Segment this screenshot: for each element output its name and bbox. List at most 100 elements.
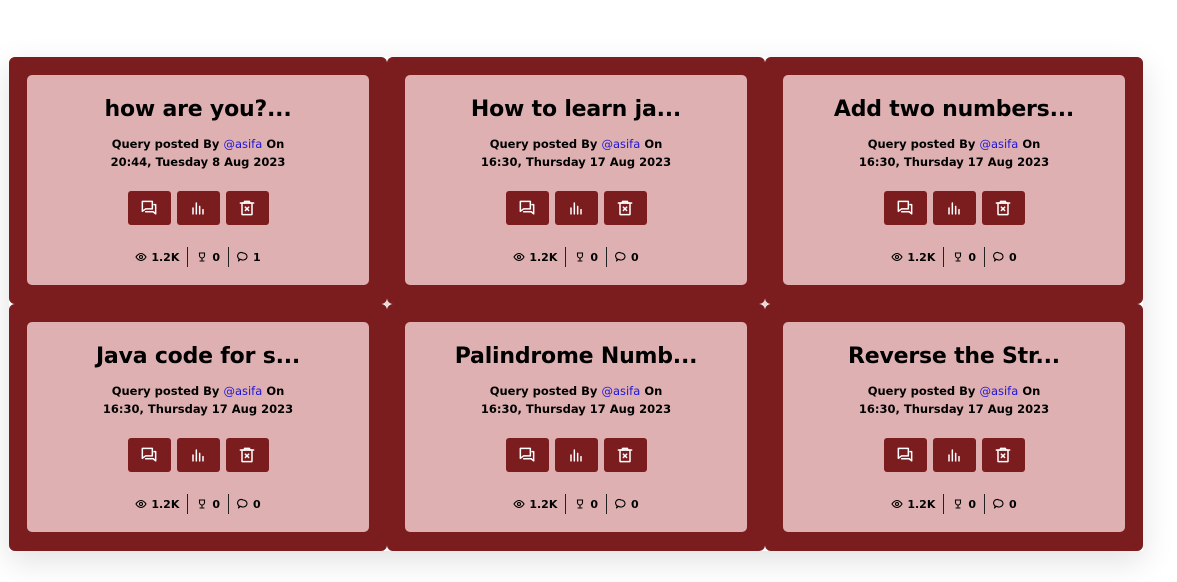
query-card: Reverse the Str... Query posted By @asif… (783, 322, 1125, 532)
stats-button[interactable] (176, 438, 220, 472)
posted-on-label: On (266, 137, 285, 151)
views-count: 1.2K (907, 497, 936, 511)
author-link[interactable]: @asifa (979, 384, 1018, 398)
query-meta: Query posted By @asifa On 16:30, Thursda… (405, 382, 747, 418)
comments-stat: 0 (229, 498, 269, 511)
author-link[interactable]: @asifa (223, 137, 262, 151)
eye-icon (135, 252, 147, 262)
delete-button[interactable] (603, 191, 647, 225)
action-buttons (405, 191, 747, 225)
bar-chart-icon (192, 449, 204, 462)
query-title[interactable]: how are you?... (27, 75, 369, 125)
chat-icon (519, 447, 535, 462)
discussion-button[interactable] (127, 191, 171, 225)
query-stats: 1.2K 0 0 (783, 247, 1125, 267)
bar-chart-icon (570, 202, 582, 215)
query-title[interactable]: Reverse the Str... (783, 322, 1125, 372)
trophy-icon (955, 252, 962, 262)
query-title[interactable]: Add two numbers... (783, 75, 1125, 125)
comment-icon (615, 498, 626, 509)
eye-icon (891, 499, 903, 509)
delete-button[interactable] (603, 438, 647, 472)
posted-by-label: Query posted By (111, 137, 220, 151)
discussion-button[interactable] (883, 191, 927, 225)
comments-count: 1 (253, 250, 261, 264)
trophy-icon (577, 252, 584, 262)
comment-icon (615, 251, 626, 262)
comments-stat: 0 (985, 251, 1025, 264)
query-tile: Add two numbers... Query posted By @asif… (765, 57, 1143, 304)
bar-chart-icon (948, 202, 960, 215)
discussion-button[interactable] (505, 438, 549, 472)
likes-count: 0 (590, 497, 598, 511)
likes-stat: 0 (566, 251, 606, 264)
posted-by-label: Query posted By (111, 384, 220, 398)
views-count: 1.2K (151, 250, 180, 264)
discussion-button[interactable] (883, 438, 927, 472)
action-buttons (783, 191, 1125, 225)
stats-button[interactable] (554, 438, 598, 472)
query-title[interactable]: Java code for s... (27, 322, 369, 372)
author-link[interactable]: @asifa (601, 384, 640, 398)
delete-button[interactable] (225, 191, 269, 225)
query-tile: How to learn ja... Query posted By @asif… (387, 57, 765, 304)
likes-stat: 0 (566, 498, 606, 511)
stats-button[interactable] (176, 191, 220, 225)
delete-button[interactable] (981, 438, 1025, 472)
bar-chart-icon (192, 202, 204, 215)
comments-count: 0 (1009, 497, 1017, 511)
comments-stat: 0 (607, 498, 647, 511)
comment-icon (237, 498, 248, 509)
stats-button[interactable] (554, 191, 598, 225)
comments-count: 0 (253, 497, 261, 511)
likes-count: 0 (968, 250, 976, 264)
views-count: 1.2K (529, 497, 558, 511)
delete-icon (239, 447, 255, 463)
query-card: how are you?... Query posted By @asifa O… (27, 75, 369, 285)
query-stats: 1.2K 0 0 (405, 247, 747, 267)
chat-icon (519, 200, 535, 215)
likes-count: 0 (590, 250, 598, 264)
chat-icon (141, 200, 157, 215)
posted-on-label: On (266, 384, 285, 398)
query-title[interactable]: Palindrome Numb... (405, 322, 747, 372)
likes-count: 0 (968, 497, 976, 511)
delete-icon (617, 200, 633, 216)
query-tile: how are you?... Query posted By @asifa O… (9, 57, 387, 304)
delete-button[interactable] (981, 191, 1025, 225)
bar-chart-icon (570, 449, 582, 462)
likes-count: 0 (212, 250, 220, 264)
discussion-button[interactable] (127, 438, 171, 472)
discussion-button[interactable] (505, 191, 549, 225)
comments-stat: 0 (985, 498, 1025, 511)
action-buttons (27, 191, 369, 225)
posted-on-label: On (644, 384, 663, 398)
stats-button[interactable] (932, 191, 976, 225)
author-link[interactable]: @asifa (979, 137, 1018, 151)
timestamp: 20:44, Tuesday 8 Aug 2023 (110, 155, 286, 169)
query-card: Add two numbers... Query posted By @asif… (783, 75, 1125, 285)
views-stat: 1.2K (127, 251, 187, 264)
timestamp: 16:30, Thursday 17 Aug 2023 (858, 155, 1050, 169)
posted-on-label: On (1022, 384, 1041, 398)
stats-button[interactable] (932, 438, 976, 472)
comments-count: 0 (631, 497, 639, 511)
trophy-icon (955, 499, 962, 509)
timestamp: 16:30, Thursday 17 Aug 2023 (102, 402, 294, 416)
query-tile: Palindrome Numb... Query posted By @asif… (387, 304, 765, 551)
delete-icon (617, 447, 633, 463)
eye-icon (891, 252, 903, 262)
comment-icon (237, 251, 248, 262)
views-count: 1.2K (151, 497, 180, 511)
query-title[interactable]: How to learn ja... (405, 75, 747, 125)
chat-icon (897, 200, 913, 215)
posted-by-label: Query posted By (867, 384, 976, 398)
author-link[interactable]: @asifa (223, 384, 262, 398)
comments-stat: 1 (229, 251, 269, 264)
likes-stat: 0 (188, 498, 228, 511)
delete-button[interactable] (225, 438, 269, 472)
views-stat: 1.2K (883, 498, 943, 511)
trophy-icon (199, 252, 206, 262)
author-link[interactable]: @asifa (601, 137, 640, 151)
timestamp: 16:30, Thursday 17 Aug 2023 (480, 155, 672, 169)
